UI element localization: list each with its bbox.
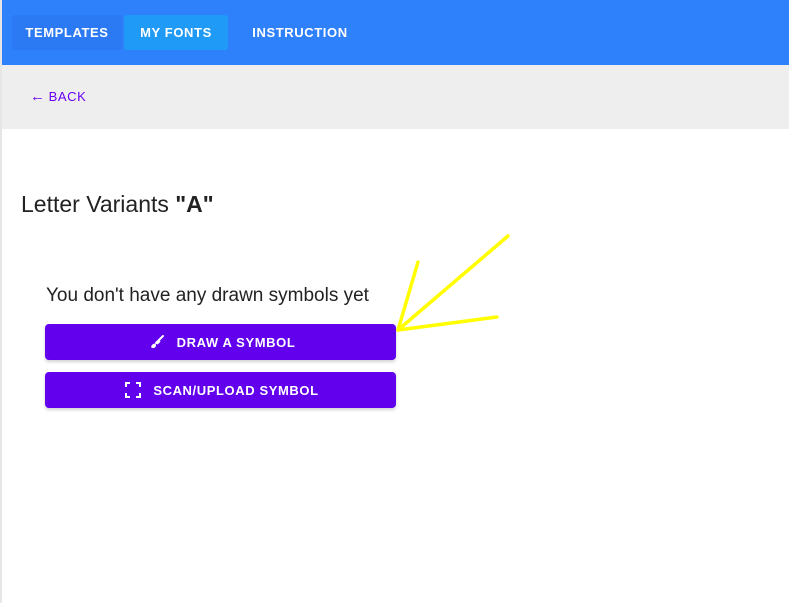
tab-instruction[interactable]: INSTRUCTION <box>238 15 362 50</box>
back-label: BACK <box>48 89 87 104</box>
page-title: Letter Variants "A" <box>21 191 214 218</box>
scan-upload-symbol-button[interactable]: SCAN/UPLOAD SYMBOL <box>45 372 396 408</box>
scan-upload-symbol-label: SCAN/UPLOAD SYMBOL <box>153 382 319 398</box>
empty-state-message: You don't have any drawn symbols yet <box>46 285 369 306</box>
page-title-letter: "A" <box>175 191 214 217</box>
tab-templates[interactable]: TEMPLATES <box>12 15 122 50</box>
page-title-text: Letter Variants <box>21 191 176 217</box>
arrow-left-icon: ← <box>30 88 46 105</box>
top-navigation-bar: TEMPLATES MY FONTS INSTRUCTION <box>0 0 789 65</box>
back-link[interactable]: ← BACK <box>30 88 86 106</box>
brush-icon <box>146 331 168 353</box>
draw-symbol-label: DRAW A SYMBOL <box>176 334 296 350</box>
scan-frame-icon <box>122 379 144 401</box>
left-edge-divider <box>0 0 2 603</box>
sub-navigation-bar <box>0 65 789 129</box>
tab-my-fonts[interactable]: MY FONTS <box>124 15 228 50</box>
draw-symbol-button[interactable]: DRAW A SYMBOL <box>45 324 396 360</box>
